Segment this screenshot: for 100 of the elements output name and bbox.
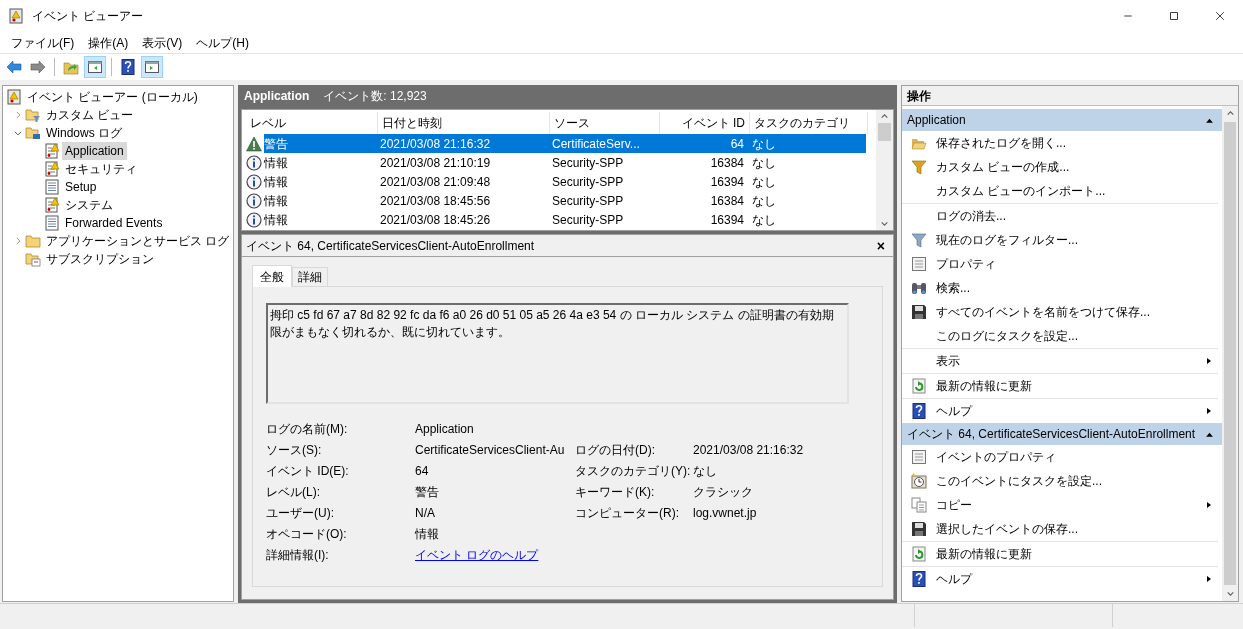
action-item[interactable]: 最新の情報に更新 — [902, 374, 1218, 398]
tree-item[interactable]: Application — [62, 142, 127, 160]
message-text: 拇印 c5 fd 67 a7 8d 82 92 fc da f6 a0 26 d0 51 05 a5 26 4a e3 54 の ローカル システム の証明書の有効期限がまもなく切れるか、既に切れています。 — [270, 308, 834, 339]
action-label: ログの消去... — [936, 208, 1007, 225]
scrollbar[interactable] — [876, 110, 893, 230]
field-value: 警告 — [415, 484, 439, 499]
action-item[interactable]: このイベントにタスクを設定... — [902, 469, 1218, 493]
action-item[interactable]: コピー — [902, 493, 1218, 517]
action-label: プロパティ — [936, 256, 997, 273]
tree-item[interactable]: Forwarded Events — [62, 214, 166, 232]
tree-item[interactable]: セキュリティ — [62, 160, 140, 178]
table-cell-text: 2021/03/08 21:10:19 — [379, 154, 492, 172]
tree-item[interactable]: カスタム ビュー — [43, 106, 137, 124]
action-label: コピー — [936, 497, 973, 514]
table-cell-text: Security-SPP — [551, 192, 625, 210]
table-cell-text: 16394 — [709, 211, 745, 229]
table-cell-text: 2021/03/08 18:45:56 — [379, 192, 492, 210]
table-cell-text: 16394 — [709, 173, 745, 191]
field-label: オペコード(O): — [266, 525, 348, 543]
folder-icon — [25, 233, 41, 249]
scrollbar[interactable] — [1222, 106, 1238, 601]
toolbar-button[interactable] — [84, 56, 106, 78]
table-cell-text: なし — [751, 154, 777, 172]
action-item[interactable]: イベントのプロパティ — [902, 445, 1218, 469]
refresh-icon — [911, 546, 927, 562]
action-item[interactable]: ログの消去... — [902, 204, 1218, 228]
event-log-icon — [8, 8, 24, 24]
action-item[interactable]: すべてのイベントを名前をつけて保存... — [902, 300, 1218, 324]
action-item[interactable]: このログにタスクを設定... — [902, 324, 1218, 348]
help-link[interactable]: イベント ログのヘルプ — [415, 547, 539, 562]
action-label: 最新の情報に更新 — [936, 378, 1033, 395]
action-item[interactable]: 選択したイベントの保存... — [902, 517, 1218, 541]
copy-icon — [911, 497, 927, 513]
action-item[interactable]: プロパティ — [902, 252, 1218, 276]
action-item[interactable]: ヘルプ — [902, 399, 1218, 423]
close-button[interactable]: × — [876, 238, 885, 253]
tree-item[interactable]: Setup — [62, 178, 100, 196]
scroll-up-icon[interactable] — [1225, 109, 1235, 118]
table-row[interactable]: 情報 2021/03/08 21:10:19 Security-SPP 16384 なし — [264, 153, 866, 172]
action-item[interactable]: 検索... — [902, 276, 1218, 300]
scroll-down-icon[interactable] — [1225, 589, 1235, 598]
tab[interactable]: 詳細 — [292, 267, 328, 286]
chevron-right-icon[interactable] — [13, 236, 23, 246]
table-cell-text: 64 — [729, 135, 745, 153]
action-label: ヘルプ — [936, 571, 974, 588]
action-item[interactable]: カスタム ビューの作成... — [902, 155, 1218, 179]
action-item[interactable]: 表示 — [902, 349, 1218, 373]
window-title: イベント ビューアー — [32, 8, 144, 25]
scroll-up-icon[interactable] — [880, 112, 889, 121]
message-box[interactable]: 拇印 c5 fd 67 a7 8d 82 92 fc da f6 a0 26 d0 51 05 a5 26 4a e3 54 の ローカル システム の証明書の有効期限がまもなく切れるか、既に切れています。 — [266, 303, 849, 404]
folder-filter-icon — [25, 107, 41, 123]
tree-item[interactable]: Windows ログ — [43, 124, 125, 142]
warning-icon — [246, 135, 262, 152]
action-item[interactable]: 最新の情報に更新 — [902, 542, 1218, 566]
pane-layout-icon — [87, 59, 103, 75]
field-label: イベント ID(E): — [266, 462, 350, 480]
scroll-thumb[interactable] — [878, 123, 891, 141]
action-label: このイベントにタスクを設定... — [936, 473, 1103, 490]
menu-item[interactable]: ファイル(F) — [4, 33, 82, 52]
info-icon — [246, 173, 262, 190]
field-value: 64 — [415, 463, 429, 478]
tree-item[interactable]: アプリケーションとサービス ログ — [43, 232, 233, 250]
table-row[interactable]: 情報 2021/03/08 21:09:48 Security-SPP 16394 なし — [264, 172, 866, 191]
action-item[interactable]: 保存されたログを開く... — [902, 131, 1218, 155]
log-warning-icon — [44, 143, 60, 159]
field-value: N/A — [415, 505, 435, 520]
action-item[interactable]: 現在のログをフィルター... — [902, 228, 1218, 252]
chevron-down-icon[interactable] — [13, 128, 23, 138]
table-row[interactable]: 情報 2021/03/08 18:45:56 Security-SPP 16384 なし — [264, 191, 866, 210]
table-cell-text: 警告 — [264, 135, 289, 153]
scroll-down-icon[interactable] — [880, 219, 889, 228]
field-label: ログの日付(D): — [575, 441, 656, 459]
menu-item[interactable]: 表示(V) — [135, 33, 190, 52]
refresh-icon — [911, 378, 927, 394]
menu-item[interactable]: ヘルプ(H) — [189, 33, 256, 52]
table-cell-text: 2021/03/08 21:09:48 — [379, 173, 492, 191]
action-label: カスタム ビューの作成... — [936, 159, 1071, 176]
table-row[interactable]: 警告 2021/03/08 21:16:32 CertificateServ... 64 なし — [264, 134, 866, 153]
help-icon — [120, 59, 136, 75]
menu-item[interactable]: 操作(A) — [81, 33, 136, 52]
table-row[interactable]: 情報 2021/03/08 18:45:26 Security-SPP 16394 なし — [264, 210, 866, 229]
properties-icon — [911, 449, 927, 465]
help-icon — [911, 571, 927, 587]
tree-item[interactable]: サブスクリプション — [43, 250, 157, 268]
tree-item[interactable]: イベント ビューアー (ローカル) — [24, 88, 201, 106]
section-header[interactable]: イベント 64, CertificateServicesClient-AutoEnrollment — [902, 423, 1222, 445]
section-header[interactable]: Application — [902, 109, 1222, 131]
action-label: カスタム ビューのインポート... — [936, 183, 1107, 200]
chevron-right-icon[interactable] — [13, 110, 23, 120]
table-cell-text: なし — [751, 211, 777, 229]
field-value: 情報 — [415, 526, 439, 541]
section-title: Application — [907, 112, 966, 129]
tree-item[interactable]: システム — [62, 196, 116, 214]
scroll-thumb[interactable] — [1224, 122, 1236, 585]
tab[interactable]: 全般 — [252, 265, 292, 287]
action-item[interactable]: ヘルプ — [902, 567, 1218, 591]
action-label: 検索... — [936, 280, 971, 297]
funnel-icon — [911, 232, 927, 248]
action-item[interactable]: カスタム ビューのインポート... — [902, 179, 1218, 203]
toolbar-button[interactable] — [141, 56, 163, 78]
